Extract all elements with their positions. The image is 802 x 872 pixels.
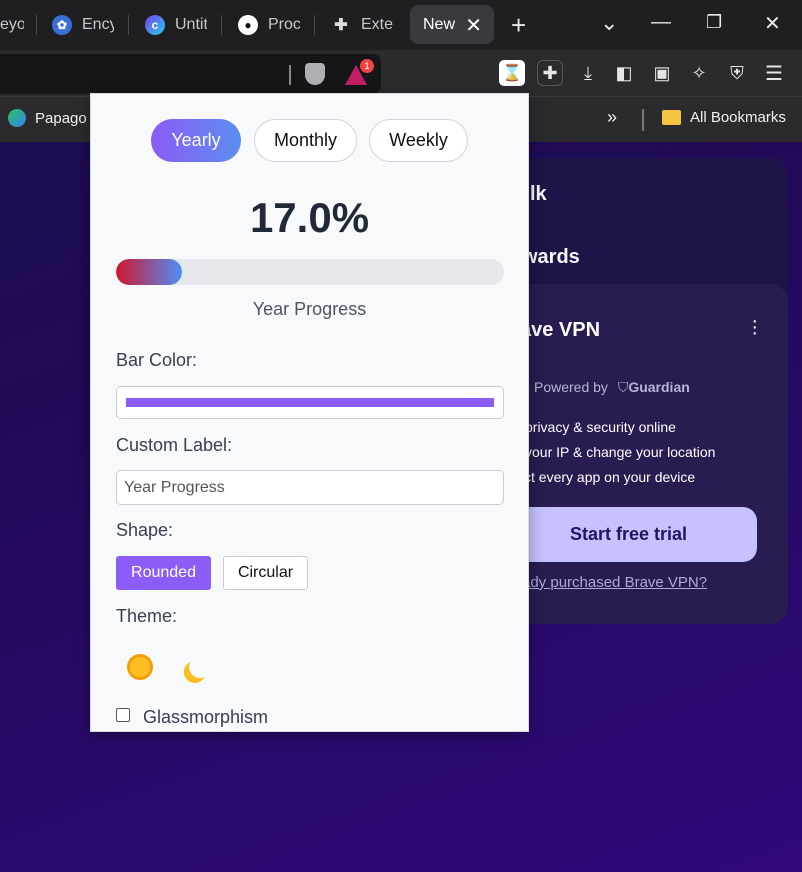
progress-label: Year Progress (252, 299, 367, 319)
close-tab-icon[interactable]: ✕ (465, 13, 482, 38)
tab-active[interactable]: New ✕ (410, 5, 494, 44)
custom-label-label: Custom Label: (116, 435, 233, 455)
guardian-label: Guardian (628, 379, 690, 395)
download-icon[interactable]: ⤓ (575, 60, 601, 86)
vpn-shield-icon[interactable]: ⛨ (724, 60, 750, 86)
notification-badge: 1 (360, 59, 374, 73)
bookmarks-overflow-icon[interactable]: » (607, 107, 617, 128)
wallet-icon[interactable]: ▣ (649, 60, 675, 86)
tab-5[interactable]: ✚ Exter (331, 0, 393, 50)
close-window-button[interactable]: ✕ (764, 11, 781, 36)
start-free-trial-button[interactable]: Start free trial (500, 507, 757, 562)
period-weekly-button[interactable]: Weekly (369, 119, 468, 162)
restore-button[interactable]: ❐ (706, 12, 722, 33)
shape-circular-button[interactable]: Circular (223, 556, 308, 590)
bookmark-label: All Bookmarks (690, 109, 786, 126)
tab-label: New (423, 15, 456, 33)
vpn-title: ave VPN (520, 319, 601, 341)
tab-separator (128, 15, 129, 35)
tab-label: Proc (268, 16, 300, 33)
canva-icon: c (145, 15, 165, 35)
bookmark-papago[interactable]: Papago (8, 109, 87, 127)
site-icon: ✿ (52, 15, 72, 35)
tab-2[interactable]: ✿ Ency (52, 0, 114, 50)
tab-separator (221, 15, 222, 35)
color-swatch (126, 398, 494, 407)
tab-4[interactable]: ● Proc (238, 0, 300, 50)
bar-color-picker[interactable] (116, 386, 504, 419)
tab-separator (314, 15, 315, 35)
theme-label: Theme: (116, 606, 178, 626)
progress-fill (116, 259, 182, 285)
tab-separator (36, 15, 37, 35)
divider (289, 65, 291, 85)
tab-list-chevron-icon[interactable]: ⌄ (600, 10, 618, 36)
progress-track (116, 259, 504, 285)
vpn-feature: your IP & change your location (525, 444, 716, 460)
tab-label: Ency (82, 16, 114, 33)
hourglass-extension-icon[interactable]: ⌛ (499, 60, 525, 86)
widget-row-rewards[interactable]: wards (522, 246, 580, 269)
extensions-puzzle-icon[interactable]: ✚ (537, 60, 563, 86)
menu-icon[interactable]: ☰ (761, 60, 787, 86)
new-tab-button[interactable]: + (511, 10, 526, 41)
widget-row-talk[interactable]: lk (530, 183, 547, 206)
minimize-button[interactable]: — (651, 11, 671, 34)
leo-ai-icon[interactable]: ✧ (686, 60, 712, 86)
shape-rounded-button[interactable]: Rounded (116, 556, 211, 590)
address-bar[interactable]: 1 (0, 54, 381, 94)
progress-percent: 17.0% (249, 194, 370, 241)
already-purchased-link[interactable]: ady purchased Brave VPN? (522, 574, 707, 591)
divider (642, 109, 644, 131)
progress-extension-popup: Yearly Monthly Weekly 17.0% Year Progres… (90, 93, 529, 732)
folder-icon (662, 110, 681, 125)
tab-1[interactable]: eyo (0, 0, 24, 50)
brave-shields-icon[interactable] (305, 63, 325, 85)
dark-theme-moon-icon[interactable] (185, 652, 215, 682)
powered-label: Powered by (534, 379, 608, 395)
tab-bar: eyo ✿ Ency c Untit ● Proc ✚ Exter New ✕ … (0, 0, 802, 50)
tab-3[interactable]: c Untit (145, 0, 207, 50)
tab-label: Untit (175, 16, 207, 33)
glassmorphism-checkbox[interactable] (116, 708, 130, 722)
period-monthly-button[interactable]: Monthly (254, 119, 357, 162)
vpn-feature: ct every app on your device (524, 469, 696, 485)
more-options-icon[interactable]: · · · (751, 311, 758, 343)
tab-label: Exter (361, 16, 393, 33)
shape-label: Shape: (116, 520, 174, 540)
light-theme-sun-icon[interactable] (125, 652, 155, 682)
bookmark-label: Papago (35, 109, 87, 127)
vpn-powered-by: Powered by ⛉Guardian (534, 379, 690, 396)
github-icon: ● (238, 15, 258, 35)
sidebar-icon[interactable]: ◧ (611, 60, 637, 86)
papago-icon (8, 109, 26, 127)
bar-color-label: Bar Color: (116, 350, 198, 370)
guardian-shield-icon: ⛉ (617, 379, 629, 395)
vpn-feature: privacy & security online (525, 419, 676, 435)
period-yearly-button[interactable]: Yearly (151, 119, 241, 162)
puzzle-icon: ✚ (334, 17, 348, 34)
custom-label-input[interactable] (116, 470, 504, 505)
all-bookmarks-folder[interactable]: All Bookmarks (662, 109, 786, 126)
glassmorphism-label: Glassmorphism (143, 707, 269, 727)
tab-label: eyo (0, 16, 24, 33)
